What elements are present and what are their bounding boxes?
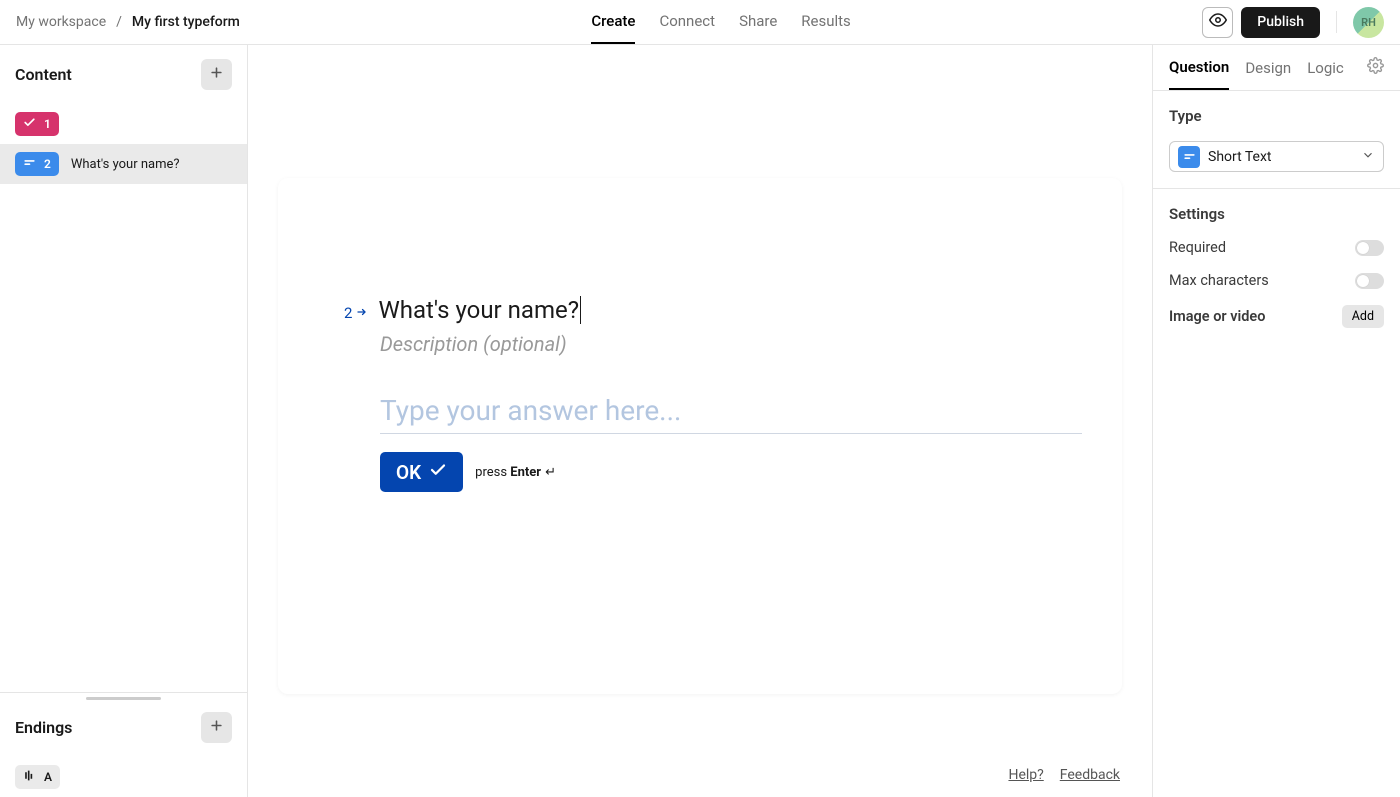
setting-max-chars-label: Max characters — [1169, 272, 1269, 289]
enter-key-icon: ↵ — [545, 465, 556, 480]
ending-badge: A — [15, 765, 60, 789]
tab-question[interactable]: Question — [1169, 58, 1229, 90]
help-link[interactable]: Help? — [1008, 767, 1043, 783]
setting-media: Image or video Add — [1169, 305, 1384, 328]
eye-icon — [1209, 11, 1227, 33]
main: Content 1 — [0, 45, 1400, 797]
publish-button[interactable]: Publish — [1241, 7, 1320, 38]
content-list: 1 2 What's your name? — [0, 104, 247, 692]
content-label: Content — [15, 65, 72, 84]
left-sidebar: Content 1 — [0, 45, 248, 797]
plus-icon — [209, 718, 224, 737]
question-number-value: 2 — [344, 304, 352, 322]
right-panel: Question Design Logic Type Short Text — [1152, 45, 1400, 797]
check-icon — [429, 461, 447, 484]
settings-gear-button[interactable] — [1367, 57, 1384, 90]
item-1-number: 1 — [44, 117, 51, 131]
content-header: Content — [0, 45, 247, 104]
gear-icon — [1367, 59, 1384, 78]
setting-required-label: Required — [1169, 239, 1226, 256]
press-prefix: press — [475, 465, 510, 480]
welcome-icon — [23, 116, 36, 132]
ok-button[interactable]: OK — [380, 452, 463, 492]
divider — [1336, 11, 1337, 33]
plus-icon — [209, 65, 224, 84]
item-2-badge: 2 — [15, 152, 59, 176]
breadcrumb-separator: / — [116, 14, 122, 30]
tab-connect[interactable]: Connect — [659, 0, 715, 44]
right-tabs: Question Design Logic — [1153, 45, 1400, 91]
endings-label: Endings — [15, 718, 72, 737]
breadcrumb: My workspace / My first typeform — [16, 14, 240, 30]
question-type-select[interactable]: Short Text — [1169, 141, 1384, 172]
item-2-text: What's your name? — [71, 157, 180, 172]
max-chars-toggle[interactable] — [1355, 273, 1384, 289]
question-block: 2 What's your name? Description (optiona… — [344, 296, 1082, 492]
item-1-badge: 1 — [15, 112, 59, 136]
question-card: 2 What's your name? Description (optiona… — [278, 178, 1122, 694]
short-text-icon — [1178, 146, 1200, 168]
preview-button[interactable] — [1202, 7, 1233, 38]
press-enter-hint: press Enter ↵ — [475, 465, 556, 480]
endings-section: Endings A — [0, 698, 247, 797]
top-bar: My workspace / My first typeform Create … — [0, 0, 1400, 45]
avatar[interactable]: RH — [1353, 7, 1384, 38]
breadcrumb-title[interactable]: My first typeform — [132, 14, 240, 30]
feedback-link[interactable]: Feedback — [1060, 767, 1120, 783]
tab-logic[interactable]: Logic — [1307, 59, 1344, 89]
question-title-row: 2 What's your name? — [344, 296, 1082, 324]
tab-create[interactable]: Create — [591, 0, 635, 44]
breadcrumb-workspace[interactable]: My workspace — [16, 14, 106, 30]
add-ending-button[interactable] — [201, 712, 232, 743]
divider — [1153, 188, 1400, 189]
content-item-2[interactable]: 2 What's your name? — [0, 144, 247, 184]
ending-label: A — [44, 770, 52, 784]
required-toggle[interactable] — [1355, 240, 1384, 256]
sidebar-resize-handle[interactable] — [0, 692, 247, 698]
tab-design[interactable]: Design — [1245, 59, 1291, 89]
press-key: Enter — [510, 465, 541, 480]
type-label: Type — [1169, 107, 1384, 125]
ok-button-label: OK — [396, 461, 421, 484]
right-panel-body: Type Short Text Settings Required Max ch… — [1153, 91, 1400, 344]
question-description-input[interactable]: Description (optional) — [380, 332, 1082, 356]
endings-header: Endings — [0, 698, 247, 757]
footer-links: Help? Feedback — [1008, 767, 1120, 783]
setting-max-chars: Max characters — [1169, 272, 1384, 289]
ending-item[interactable]: A — [15, 765, 60, 789]
answer-input[interactable]: Type your answer here... — [380, 394, 1082, 434]
arrow-right-icon — [356, 304, 368, 322]
chevron-down-icon — [1361, 147, 1375, 166]
item-2-number: 2 — [44, 157, 51, 171]
setting-required: Required — [1169, 239, 1384, 256]
question-type-value: Short Text — [1208, 149, 1353, 165]
short-text-icon — [23, 156, 36, 172]
top-right-actions: Publish RH — [1202, 7, 1384, 38]
media-label: Image or video — [1169, 308, 1265, 325]
submit-row: OK press Enter ↵ — [380, 452, 1082, 492]
question-title-input[interactable]: What's your name? — [378, 296, 581, 324]
top-nav: Create Connect Share Results — [240, 0, 1202, 44]
add-media-button[interactable]: Add — [1342, 305, 1384, 328]
tab-share[interactable]: Share — [739, 0, 777, 44]
settings-label: Settings — [1169, 205, 1384, 223]
question-number: 2 — [344, 304, 368, 322]
endings-list: A — [0, 757, 247, 797]
add-content-button[interactable] — [201, 59, 232, 90]
content-item-1[interactable]: 1 — [0, 104, 247, 144]
tab-results[interactable]: Results — [801, 0, 851, 44]
canvas: 2 What's your name? Description (optiona… — [248, 45, 1152, 797]
ending-icon — [23, 769, 36, 785]
